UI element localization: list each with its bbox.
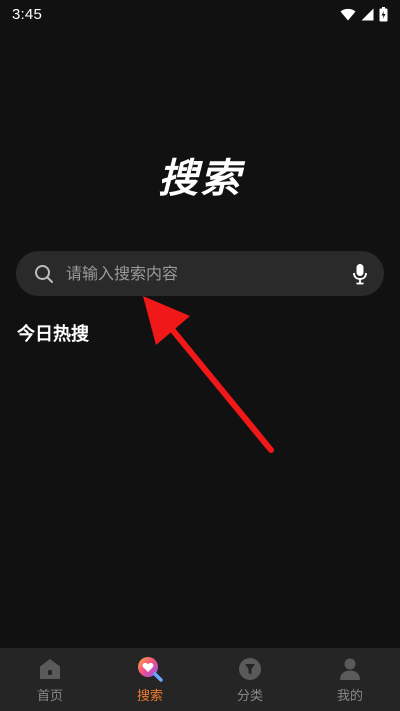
wifi-icon <box>340 8 356 21</box>
tab-category-label: 分类 <box>236 688 263 704</box>
tab-search-label: 搜索 <box>136 688 163 704</box>
bottom-nav: 首页 搜索 分类 我的 <box>0 648 400 711</box>
signal-icon <box>361 8 374 21</box>
home-icon <box>38 656 62 682</box>
status-bar: 3:45 <box>0 0 400 28</box>
category-icon <box>238 656 262 682</box>
tab-home[interactable]: 首页 <box>0 648 100 711</box>
search-tab-icon <box>136 656 164 682</box>
page-title: 搜索 <box>158 156 242 202</box>
status-icons <box>340 6 388 22</box>
tab-home-label: 首页 <box>36 688 63 704</box>
tab-profile-label: 我的 <box>336 688 363 704</box>
search-input[interactable] <box>66 251 352 296</box>
search-screen: 3:45 搜索 请输入搜索内容 今日热搜 首页 搜索 分类 我的 <box>0 0 400 711</box>
battery-icon <box>379 6 388 22</box>
tab-profile[interactable]: 我的 <box>300 648 400 711</box>
status-time: 3:45 <box>12 5 42 23</box>
annotation-arrow <box>143 296 274 453</box>
hot-search-heading: 今日热搜 <box>17 324 89 345</box>
tab-search[interactable]: 搜索 <box>100 648 200 711</box>
microphone-icon[interactable] <box>352 263 368 285</box>
search-icon <box>34 264 54 284</box>
profile-icon <box>338 656 362 682</box>
tab-category[interactable]: 分类 <box>200 648 300 711</box>
search-bar[interactable] <box>16 251 384 296</box>
